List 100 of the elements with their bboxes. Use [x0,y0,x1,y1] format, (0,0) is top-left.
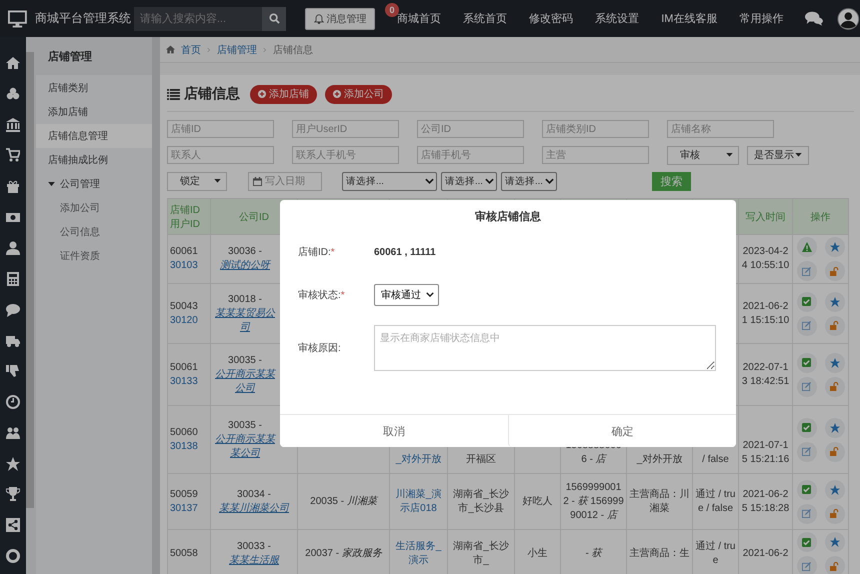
user-icon[interactable] [6,240,20,255]
bank-icon[interactable] [6,118,20,132]
filter-field[interactable]: 用户UserID [292,120,399,138]
audit-button[interactable] [796,237,816,257]
filter-field[interactable]: 主营 [542,146,649,164]
nav-link[interactable]: 系统首页 [463,11,508,26]
lock-button[interactable] [824,261,844,281]
nav-link[interactable]: IM在线客服 [661,11,718,26]
filter-field[interactable]: 公司ID [417,120,524,138]
calculator-icon[interactable] [6,272,20,286]
user-id-link[interactable]: 30138 [170,440,208,454]
chat-icon[interactable] [805,11,824,26]
filter-field[interactable]: 店铺类别ID [542,120,649,138]
nav-link[interactable]: 商城首页 [397,11,442,26]
recommend-button[interactable] [824,237,844,257]
search-field[interactable]: 请输入搜索内容... [134,6,262,30]
chat-icon[interactable] [6,302,20,316]
filter-dropdown[interactable]: 是否显示 [747,146,809,164]
edit-button[interactable] [796,376,816,396]
recommend-button[interactable] [824,418,844,438]
filter-select[interactable]: 请选择... [342,172,437,190]
status-text: / false [702,454,729,465]
filter-field[interactable]: 店铺手机号 [417,146,524,164]
recommend-button[interactable] [824,532,844,552]
lock-button[interactable] [824,442,844,462]
edit-button[interactable] [796,442,816,462]
store-link[interactable]: _对外开放 [392,453,445,467]
status-select[interactable]: 审核通过 [374,284,439,306]
nav-link[interactable]: 常用操作 [739,11,784,26]
company-link[interactable]: 某某某贸易公司 [213,306,277,334]
edit-button[interactable] [796,316,816,336]
edit-button[interactable] [796,556,816,574]
share-icon[interactable] [6,518,20,532]
nav-link[interactable]: 系统设置 [595,11,640,26]
sidebar-item[interactable]: 店铺抽成比例 [36,148,152,172]
filter-select[interactable]: 请选择... [441,172,497,190]
company-link[interactable]: 公开商示某某某公司 [213,432,277,460]
nav-link[interactable]: 修改密码 [529,11,574,26]
lock-button[interactable] [824,376,844,396]
search-button[interactable]: 搜索 [652,172,691,190]
cubes-icon[interactable] [6,86,20,101]
recommend-button[interactable] [824,292,844,312]
gift-icon[interactable] [6,179,20,194]
recommend-button[interactable] [824,352,844,372]
dialog-button[interactable]: 确定 [508,415,736,447]
search-button[interactable] [262,6,286,30]
sidebar-item[interactable]: 店铺类别 [36,76,152,100]
sidebar-item[interactable]: 添加店铺 [36,100,152,124]
lock-button[interactable] [824,504,844,524]
company-link[interactable]: 公开商示某某公司 [213,368,277,396]
lock-button[interactable] [824,316,844,336]
sidebar-item[interactable]: 公司管理 [36,172,152,196]
company-link[interactable]: 某某川湘菜公司 [213,502,295,516]
edit-button[interactable] [796,504,816,524]
unlock-icon [830,562,839,570]
reason-field[interactable]: 显示在商家店铺状态信息中 [374,325,716,371]
audit-button[interactable] [796,532,816,552]
filter-field[interactable]: 店铺名称 [667,120,774,138]
sidebar-subitem[interactable]: 公司信息 [36,220,152,244]
add-button[interactable]: 添加公司 [325,84,392,104]
filter-select[interactable]: 请选择... [501,172,557,190]
user-id-link[interactable]: 30133 [170,374,208,388]
trophy-icon[interactable] [6,487,20,502]
cart-icon[interactable] [6,148,20,162]
created-time: 2021-06-25 15:18:28 [742,488,790,514]
scroll-bar[interactable] [26,52,34,508]
thumbs-down-icon[interactable] [6,364,20,378]
user-id-link[interactable]: 30137 [170,502,208,516]
messages-button[interactable]: 消息管理 [305,8,376,30]
filter-field[interactable]: 店铺ID [167,120,274,138]
star-icon[interactable] [6,456,20,471]
breadcrumb-link[interactable]: 店铺管理 [217,42,257,56]
breadcrumb-link[interactable]: 首页 [181,42,201,56]
audit-button[interactable] [796,480,816,500]
recommend-button[interactable] [824,480,844,500]
filter-dropdown[interactable]: 锁定 [167,172,227,190]
avatar-icon[interactable] [837,6,860,30]
company-link[interactable]: 某某生活服 [213,554,295,568]
truck-icon[interactable] [6,333,20,348]
sidebar-subitem[interactable]: 证件资质 [36,244,152,268]
company-link[interactable]: 测试的公呀 [213,259,277,273]
add-button[interactable]: 添加店铺 [250,84,317,104]
audit-button[interactable] [796,292,816,312]
sidebar-subitem[interactable]: 添加公司 [36,196,152,220]
users-icon[interactable] [6,426,20,440]
filter-field[interactable]: 联系人 [167,146,274,164]
filter-dropdown[interactable]: 审核 [667,146,739,164]
audit-button[interactable] [796,418,816,438]
lock-button[interactable] [824,556,844,574]
banknote-icon[interactable] [6,210,20,224]
sidebar-item[interactable]: 店铺信息管理 [36,124,152,148]
lifebuoy-icon[interactable] [6,549,20,563]
home-icon[interactable] [6,56,20,70]
clock-icon[interactable] [6,394,20,409]
user-id-link[interactable]: 30103 [170,259,208,273]
date-field[interactable]: 写入日期 [248,172,322,190]
edit-button[interactable] [796,261,816,281]
audit-button[interactable] [796,352,816,372]
user-id-link[interactable]: 30120 [170,314,208,328]
filter-field[interactable]: 联系人手机号 [292,146,399,164]
